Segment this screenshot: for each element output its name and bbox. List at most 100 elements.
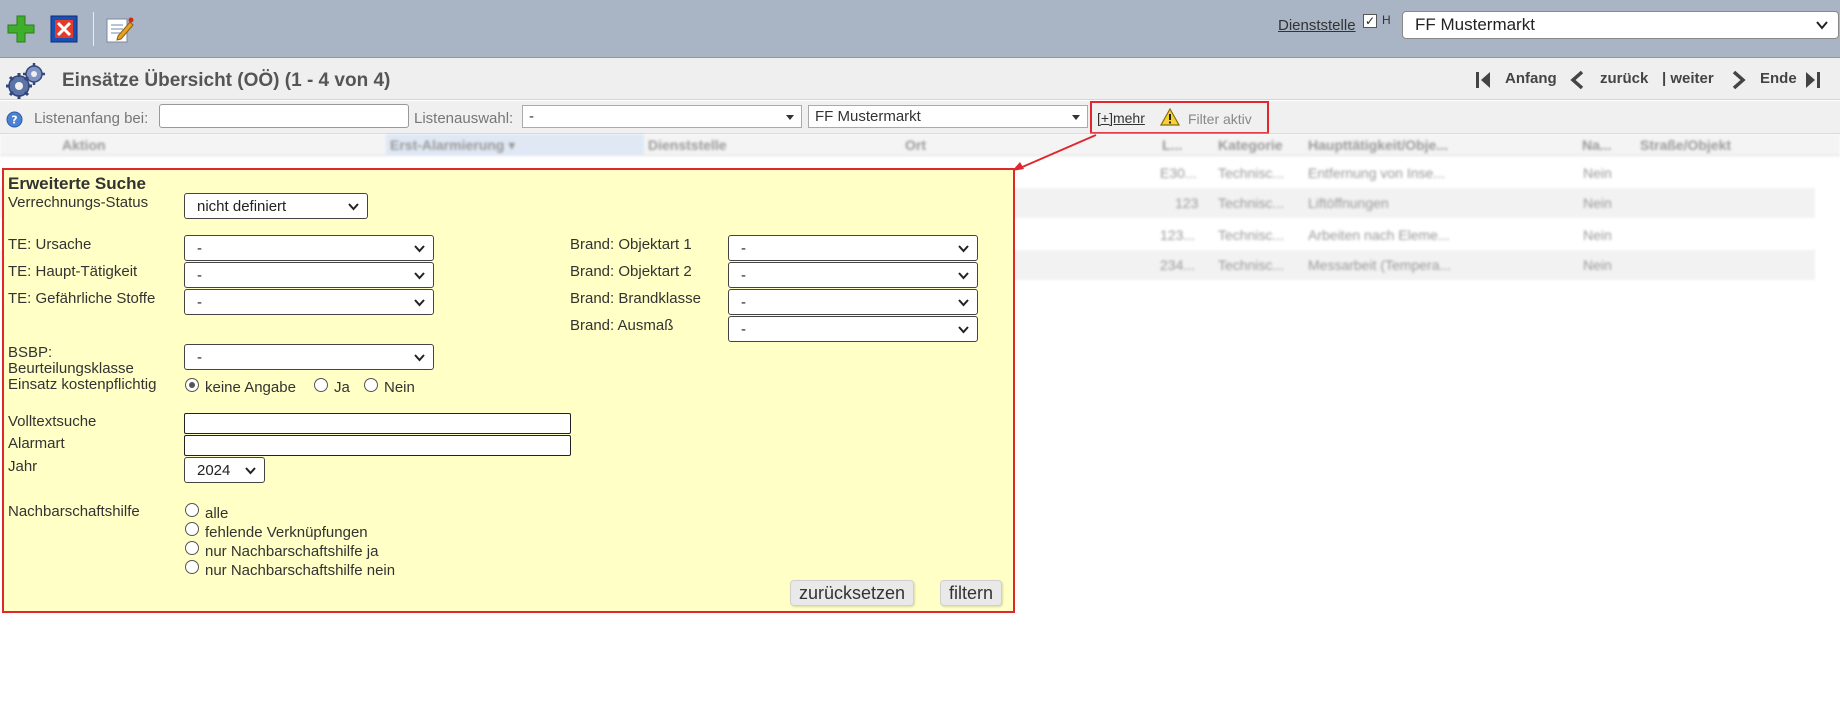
brand-objektart1-select[interactable]: - xyxy=(728,235,978,261)
help-icon[interactable]: ? xyxy=(6,111,23,128)
kosten-option-label: Nein xyxy=(384,379,415,396)
nachbar-radio-nein[interactable] xyxy=(185,560,199,574)
nachbar-option-label: alle xyxy=(205,505,229,522)
kosten-radio-nein[interactable] xyxy=(364,378,378,392)
te-stoffe-label: TE: Gefährliche Stoffe xyxy=(8,290,156,307)
table-cell: Nein xyxy=(1583,195,1612,211)
chevron-down-icon xyxy=(414,272,425,280)
bsbp-label: BSBP: xyxy=(8,344,53,361)
verrechnung-select[interactable]: nicht definiert xyxy=(184,193,368,219)
verrechnung-value: nicht definiert xyxy=(197,198,287,215)
column-header[interactable]: Kategorie xyxy=(1218,137,1283,153)
chevron-down-icon xyxy=(348,203,359,211)
kosten-option-label: keine Angabe xyxy=(205,379,296,396)
brand-ausmass-select[interactable]: - xyxy=(728,316,978,342)
mehr-link[interactable]: [+]mehr xyxy=(1097,110,1145,126)
first-page-icon[interactable] xyxy=(1474,70,1494,90)
listenauswahl-value: - xyxy=(529,108,534,125)
nachbar-option-label: nur Nachbarschaftshilfe nein xyxy=(205,562,396,579)
table-cell: Nein xyxy=(1583,165,1612,181)
page-title: Einsätze Übersicht (OÖ) (1 - 4 von 4) xyxy=(62,70,391,91)
gears-icon xyxy=(6,63,45,99)
bsbp-value: - xyxy=(197,349,202,366)
column-header[interactable]: Haupttätigkeit/Obje... xyxy=(1308,137,1448,153)
edit-icon[interactable] xyxy=(104,14,134,44)
table-cell: Technisc... xyxy=(1218,227,1285,243)
bsbp-select[interactable]: - xyxy=(184,344,434,370)
column-header[interactable]: L... xyxy=(1162,137,1182,153)
column-header[interactable]: Ort xyxy=(905,137,926,153)
table-cell: 123 xyxy=(1175,195,1199,211)
add-icon[interactable] xyxy=(6,14,36,44)
nachbar-radio-fehlende[interactable] xyxy=(185,522,199,536)
column-header[interactable]: Aktion xyxy=(62,137,106,153)
table-cell: Technisc... xyxy=(1218,195,1285,211)
brand-objektart2-select[interactable]: - xyxy=(728,262,978,288)
nachbar-radio-alle[interactable] xyxy=(185,503,199,517)
chevron-down-icon xyxy=(1816,21,1828,30)
table-cell: Technisc... xyxy=(1218,257,1285,273)
unit-filter-select[interactable]: FF Mustermarkt xyxy=(808,105,1088,128)
table-cell: Messarbeit (Tempera... xyxy=(1308,257,1452,273)
pager-next-link[interactable]: | weiter xyxy=(1662,70,1714,87)
te-haupt-select[interactable]: - xyxy=(184,262,434,288)
table-cell: Nein xyxy=(1583,257,1612,273)
table-cell: 123... xyxy=(1160,227,1196,243)
brand-brandklasse-value: - xyxy=(741,294,746,311)
callout-arrow xyxy=(1012,134,1097,171)
next-page-icon[interactable] xyxy=(1728,70,1748,90)
column-header[interactable]: Erst-Alarmierung ▾ xyxy=(390,137,515,154)
last-page-icon[interactable] xyxy=(1802,70,1822,90)
brand-brandklasse-select[interactable]: - xyxy=(728,289,978,315)
te-haupt-label: TE: Haupt-Tätigkeit xyxy=(8,263,138,280)
dienststelle-select[interactable]: FF Mustermarkt xyxy=(1402,11,1839,39)
alarmart-input[interactable] xyxy=(184,435,571,456)
brand-objektart1-label: Brand: Objektart 1 xyxy=(570,236,692,253)
te-haupt-value: - xyxy=(197,267,202,284)
column-header[interactable]: Straße/Objekt xyxy=(1640,137,1731,153)
chevron-down-icon xyxy=(1072,115,1080,120)
brand-ausmass-label: Brand: Ausmaß xyxy=(570,317,674,334)
listenauswahl-label: Listenauswahl: xyxy=(414,110,514,127)
te-stoffe-value: - xyxy=(197,294,202,311)
warning-icon xyxy=(1160,108,1180,126)
filter-status-text: Filter aktiv xyxy=(1188,111,1252,127)
main-toolbar: Dienststelle ✓ H FF Mustermarkt xyxy=(0,0,1840,58)
pager-first-link[interactable]: Anfang xyxy=(1505,70,1557,87)
chevron-down-icon xyxy=(414,245,425,253)
column-header[interactable]: Na... xyxy=(1582,137,1612,153)
table-cell: E30... xyxy=(1160,165,1197,181)
listenanfang-label: Listenanfang bei: xyxy=(34,110,149,127)
listenauswahl-select[interactable]: - xyxy=(522,105,802,128)
te-ursache-select[interactable]: - xyxy=(184,235,434,261)
table-cell: Entfernung von Inse... xyxy=(1308,165,1445,181)
chevron-down-icon xyxy=(958,326,969,334)
advanced-search-panel: Erweiterte Suche Verrechnungs-Status nic… xyxy=(2,168,1015,613)
table-cell: 234... xyxy=(1160,257,1196,273)
te-stoffe-select[interactable]: - xyxy=(184,289,434,315)
chevron-down-icon xyxy=(245,467,256,475)
nachbarschaftshilfe-label: Nachbarschaftshilfe xyxy=(8,503,140,520)
prev-page-icon[interactable] xyxy=(1568,70,1588,90)
brand-objektart2-label: Brand: Objektart 2 xyxy=(570,263,692,280)
listenanfang-input[interactable] xyxy=(159,104,409,128)
kostenpflichtig-label: Einsatz kostenpflichtig xyxy=(8,376,157,393)
pager-last-link[interactable]: Ende xyxy=(1760,70,1797,87)
volltextsuche-label: Volltextsuche xyxy=(8,413,97,430)
reset-button[interactable]: zurücksetzen xyxy=(790,580,915,606)
brand-brandklasse-label: Brand: Brandklasse xyxy=(570,290,701,307)
jahr-select[interactable]: 2024 xyxy=(184,457,265,483)
volltextsuche-input[interactable] xyxy=(184,413,571,434)
verrechnung-label: Verrechnungs-Status xyxy=(8,194,149,211)
nachbar-radio-ja[interactable] xyxy=(185,541,199,555)
unit-filter-value: FF Mustermarkt xyxy=(815,108,921,125)
delete-icon[interactable] xyxy=(49,14,79,44)
pager-prev-link[interactable]: zurück xyxy=(1600,70,1648,87)
kosten-radio-ja[interactable] xyxy=(314,378,328,392)
brand-ausmass-value: - xyxy=(741,321,746,338)
column-header[interactable]: Dienststelle xyxy=(648,137,727,153)
dienststelle-link[interactable]: Dienststelle xyxy=(1278,17,1356,34)
dienststelle-checkbox[interactable]: ✓ xyxy=(1363,14,1377,28)
filter-button[interactable]: filtern xyxy=(940,580,1003,606)
kosten-radio-keine-angabe[interactable] xyxy=(185,378,199,392)
